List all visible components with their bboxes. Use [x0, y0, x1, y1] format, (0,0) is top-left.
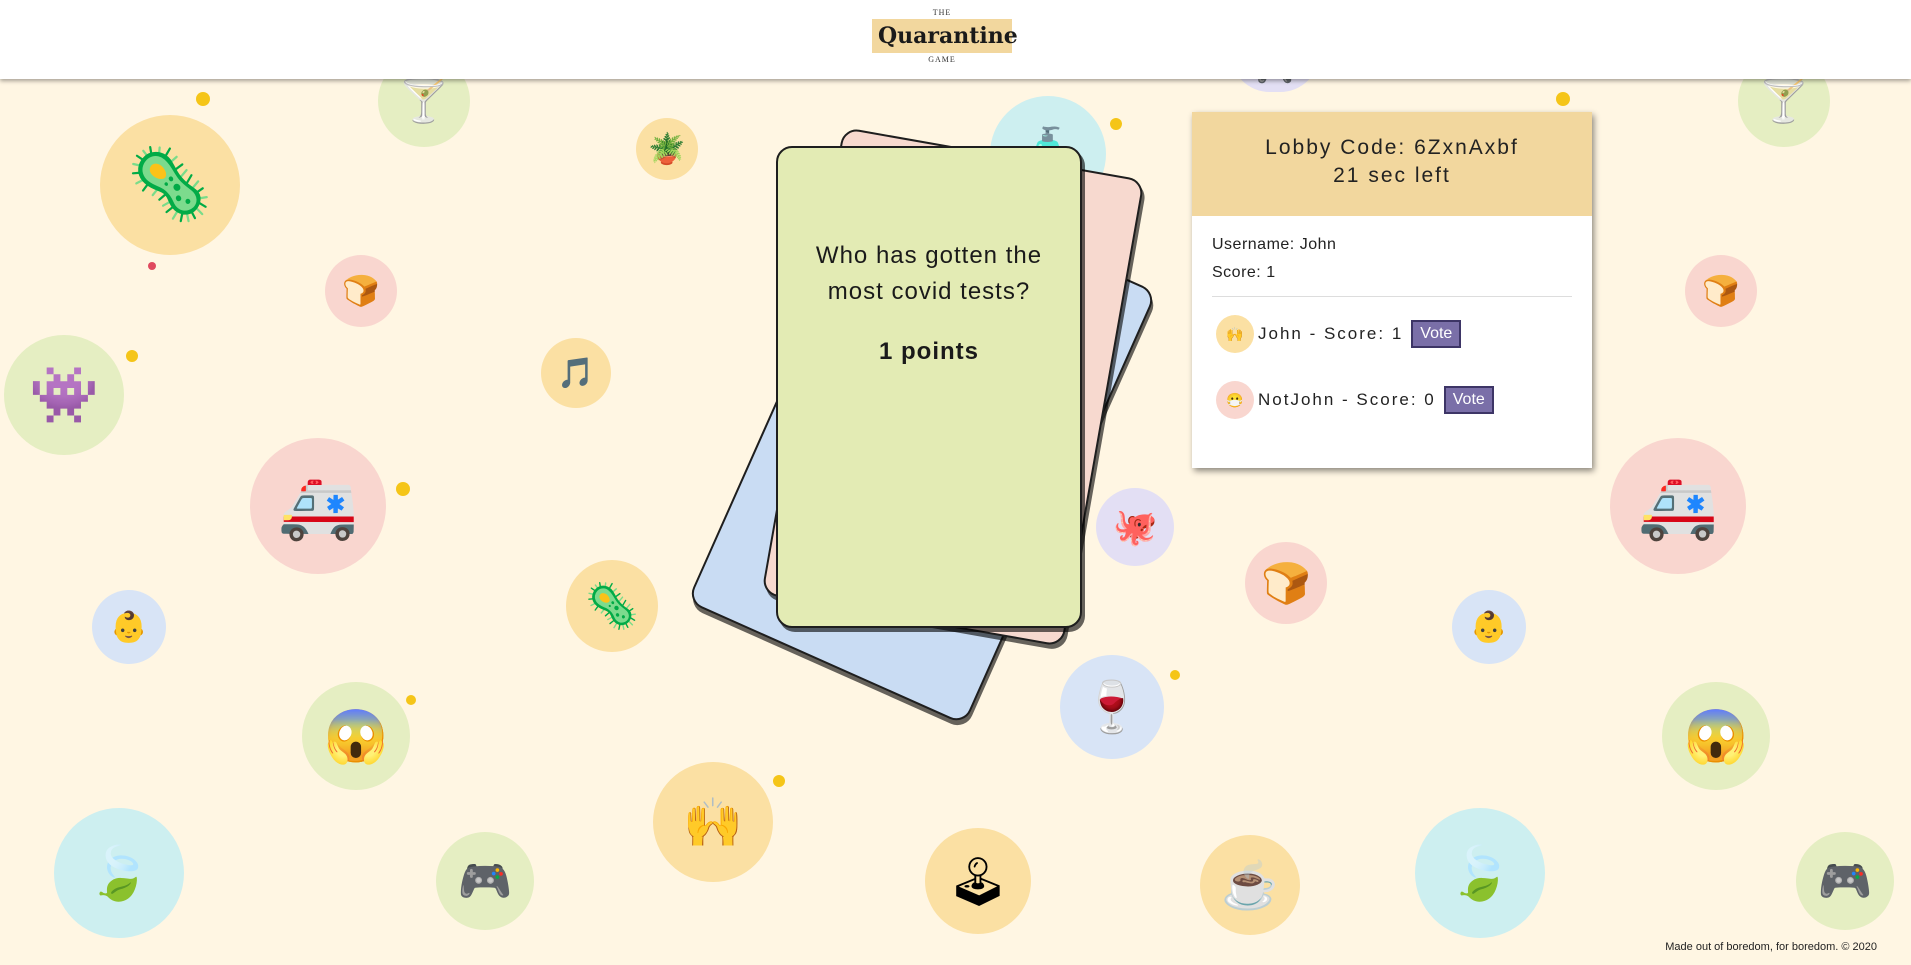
toast-icon: 🍞 [325, 255, 397, 327]
among-us-icon: 👾 [4, 335, 124, 455]
baby-icon: 👶 [92, 590, 166, 664]
animal-crossing-right-icon: 🍃 [1415, 808, 1545, 938]
confetti-dot [148, 262, 156, 270]
toast-far-right-icon: 🍞 [1685, 255, 1757, 327]
lobby-body: Username: John Score: 1 🙌 John - Score: … [1192, 216, 1592, 467]
vote-button[interactable]: Vote [1411, 320, 1462, 348]
rage-face-right-icon: 😱 [1662, 682, 1770, 790]
username-text: Username: John [1212, 236, 1337, 253]
tiktok-icon: 🎵 [541, 338, 611, 408]
question-text: Who has gotten the most covid tests? [815, 242, 1043, 305]
gamepad-right-icon: 🎮 [1796, 832, 1894, 930]
footer-text: Made out of boredom, for boredom. © 2020 [1665, 941, 1877, 953]
confetti-dot [1170, 670, 1180, 680]
logo-main-text: Quarantine [872, 19, 1018, 53]
header-bar: THE Quarantine GAME [0, 0, 1911, 79]
vote-button[interactable]: Vote [1443, 386, 1494, 414]
question-card: Who has gotten the most covid tests? 1 p… [776, 146, 1082, 628]
player-row: 😷 NotJohn - Score: 0 Vote [1216, 381, 1572, 419]
logo-top-text: THE [932, 8, 952, 17]
confetti-dot [126, 350, 138, 362]
gamepad-icon: 🎮 [436, 832, 534, 930]
confetti-dot [196, 92, 210, 106]
timer-text: 21 sec left [1333, 164, 1451, 187]
ambulance-right-icon: 🚑 [1610, 438, 1746, 574]
masked-face-icon: 😷 [1216, 381, 1254, 419]
game-logo[interactable]: THE Quarantine GAME [872, 8, 1018, 64]
toast-right-icon: 🍞 [1245, 542, 1327, 624]
points-text: 1 points [878, 338, 979, 365]
wine-icon: 🍷 [1060, 655, 1164, 759]
player-name-score: NotJohn - Score: 0 [1258, 390, 1436, 409]
ambulance-icon: 🚑 [250, 438, 386, 574]
virus-icon: 🦠 [100, 115, 240, 255]
virus-small-icon: 🦠 [566, 560, 658, 652]
score-text: Score: 1 [1212, 264, 1276, 281]
wave-emoji-icon: 🙌 [1216, 315, 1254, 353]
confetti-dot [1556, 92, 1570, 106]
confetti-dot [773, 775, 785, 787]
confetti-dot [1110, 118, 1122, 130]
logo-bottom-text: GAME [928, 55, 956, 64]
plant-icon: 🪴 [636, 118, 698, 180]
wave-icon: 🙌 [653, 762, 773, 882]
confetti-dot [406, 695, 416, 705]
teacup-icon: ☕ [1200, 835, 1300, 935]
baby-right-icon: 👶 [1452, 590, 1526, 664]
animal-crossing-icon: 🍃 [54, 808, 184, 938]
confetti-dot [396, 482, 410, 496]
player-name-score: John - Score: 1 [1258, 324, 1404, 343]
player-row: 🙌 John - Score: 1 Vote [1216, 315, 1572, 353]
divider [1212, 296, 1572, 297]
lobby-header: Lobby Code: 6ZxnAxbf 21 sec left [1192, 112, 1592, 216]
switch-icon: 🕹 [925, 828, 1031, 934]
rage-face-icon: 😱 [302, 682, 410, 790]
github-icon: 🐙 [1096, 488, 1174, 566]
lobby-code: Lobby Code: 6ZxnAxbf [1265, 136, 1519, 159]
lobby-panel: Lobby Code: 6ZxnAxbf 21 sec left Usernam… [1192, 112, 1592, 468]
